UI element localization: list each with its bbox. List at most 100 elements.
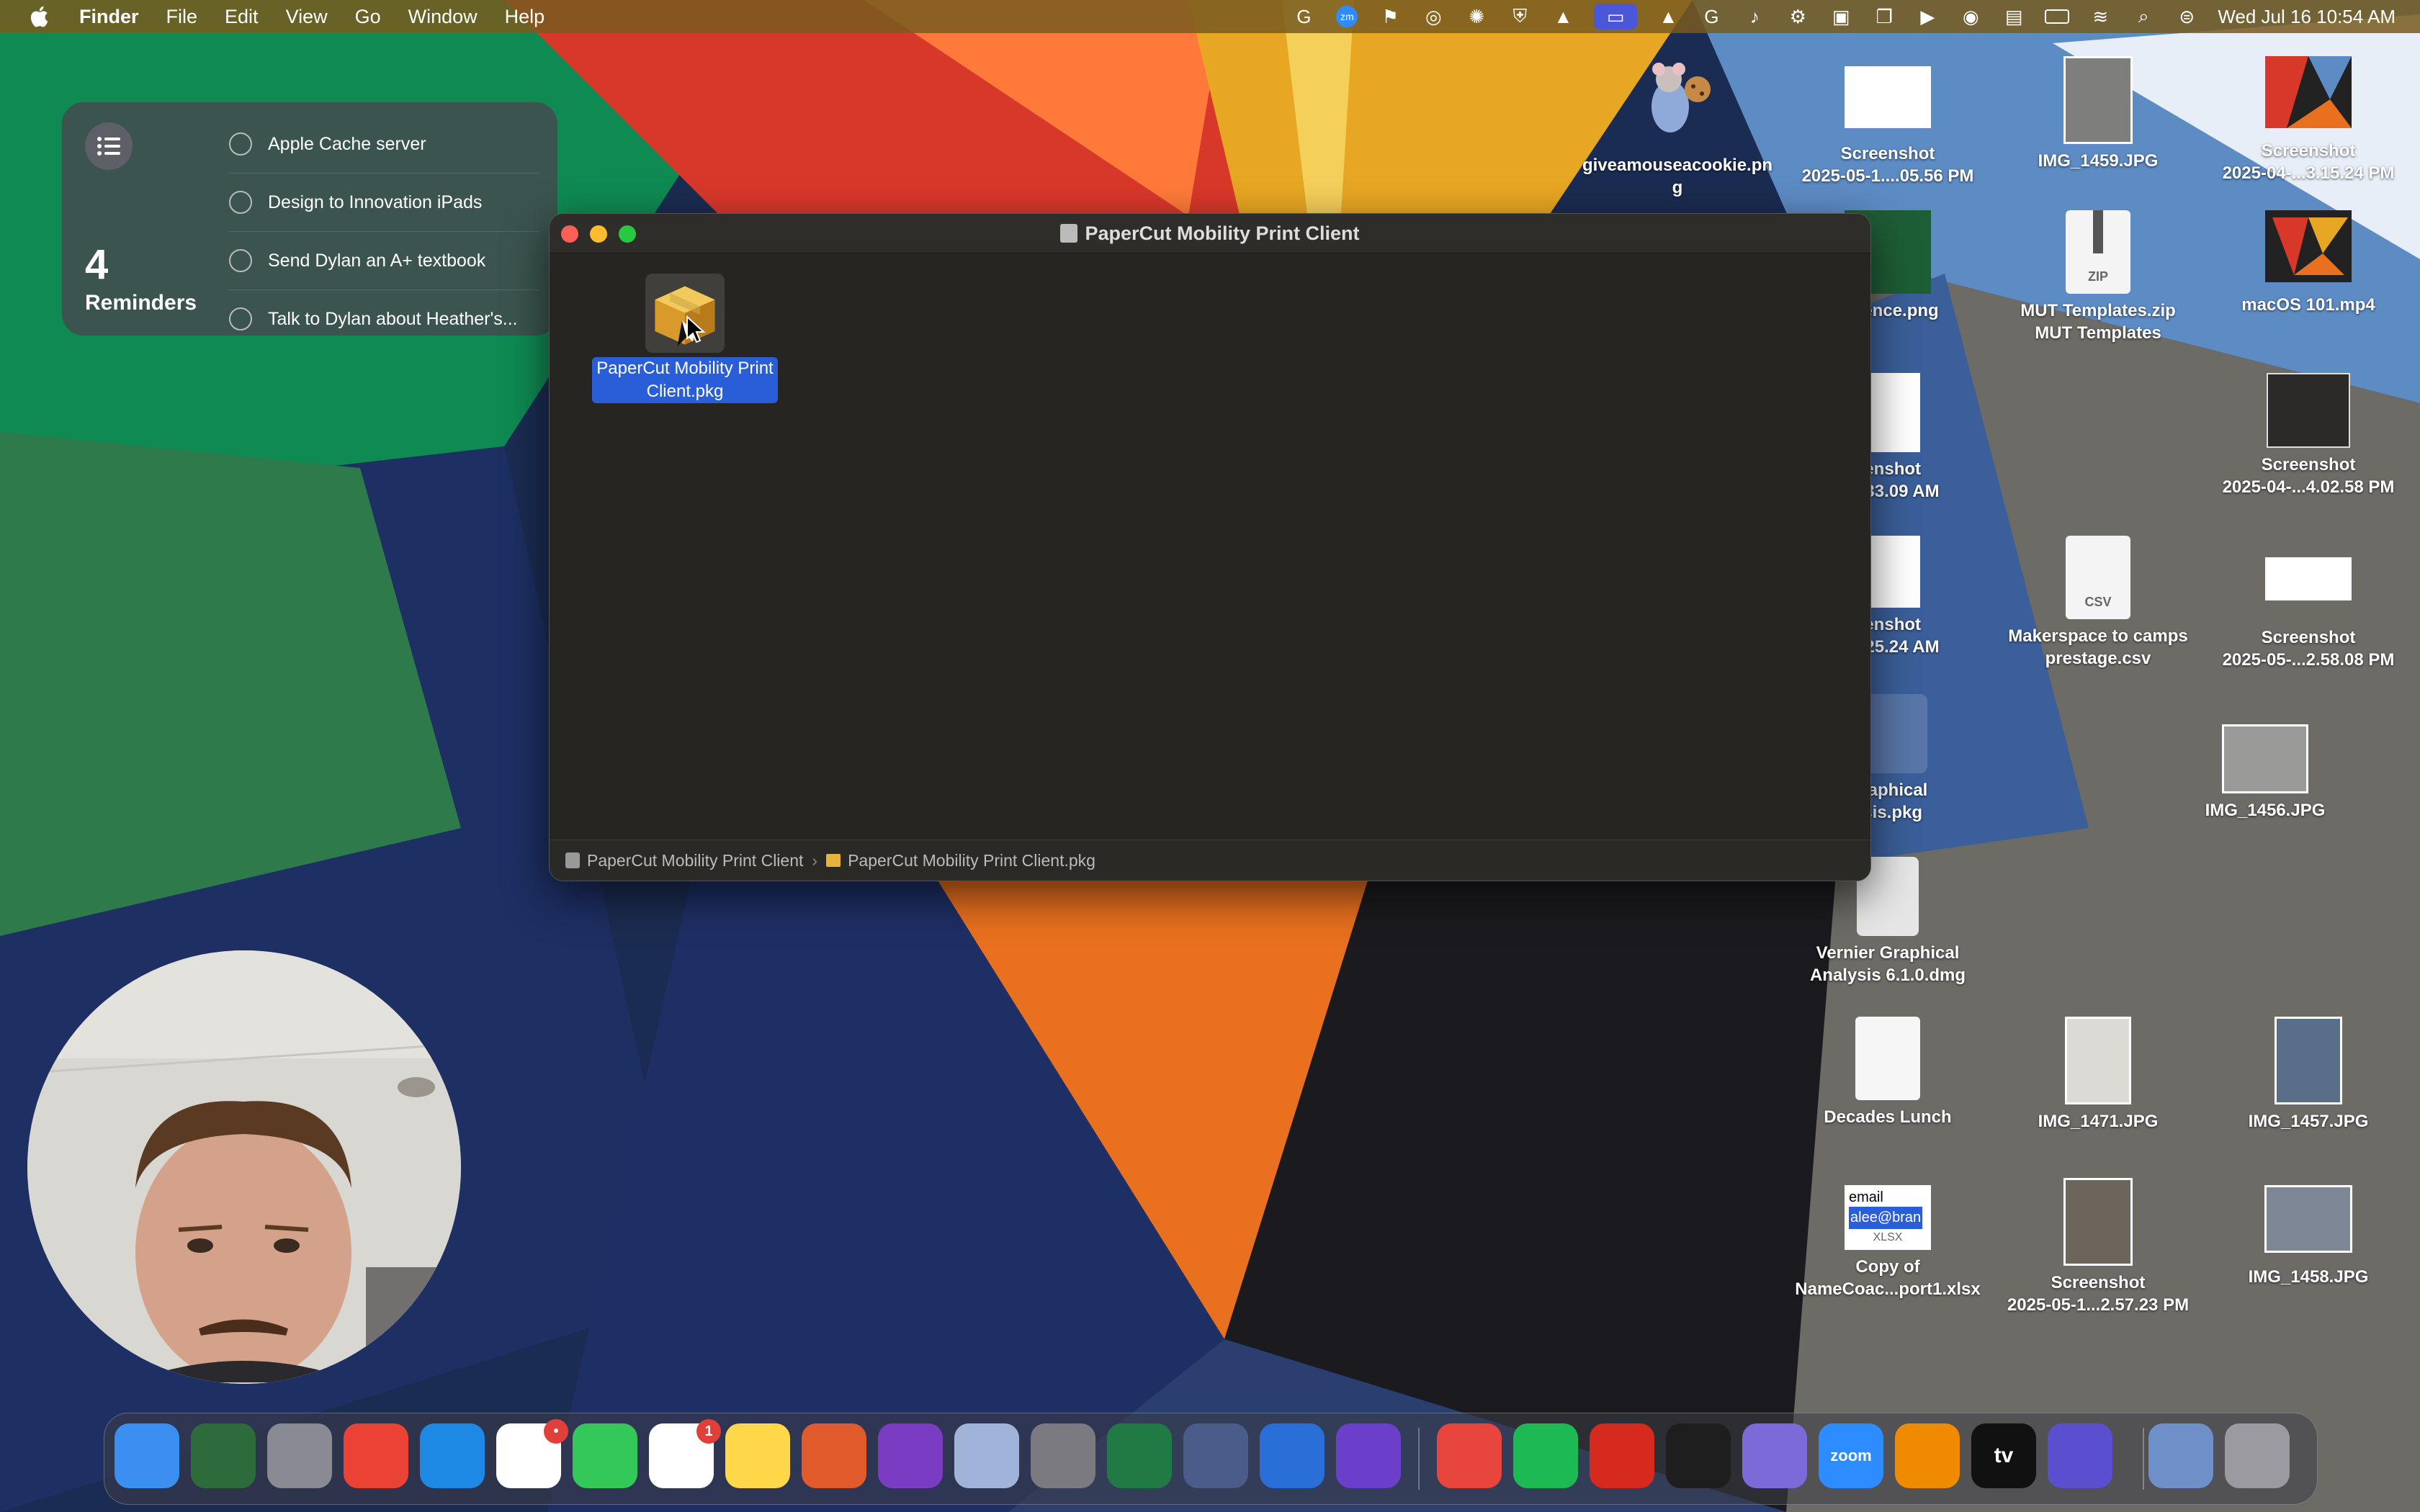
grammarly-status-icon[interactable]: G xyxy=(1291,6,1316,27)
reminders-icon[interactable]: 1 xyxy=(649,1419,721,1488)
battery-icon[interactable] xyxy=(2045,6,2070,27)
screen-mirroring-status-icon[interactable]: ▭ xyxy=(1594,4,1638,30)
shield-status-icon[interactable]: ⛨ xyxy=(1507,5,1532,27)
apple-menu-icon[interactable] xyxy=(27,4,53,30)
play-status-icon[interactable]: ▶ xyxy=(1915,6,1940,27)
downloads-folder-icon[interactable] xyxy=(2148,1423,2213,1488)
spotify-icon[interactable] xyxy=(1513,1423,1578,1488)
display-status-icon[interactable]: ▤ xyxy=(2002,6,2026,27)
onenote-icon[interactable] xyxy=(878,1423,943,1488)
desktop-icon-xlsx[interactable]: email alee@bran XLSX Copy of NameCoac...… xyxy=(1783,1185,1992,1300)
icon-label-line1: Decades Lunch xyxy=(1824,1107,1952,1127)
icon-label-line1: IMG_1459.JPG xyxy=(2038,151,2159,171)
disk-image-icon xyxy=(1060,224,1078,243)
finder-icon[interactable] xyxy=(115,1423,179,1488)
vlc-icon[interactable] xyxy=(1895,1423,1960,1488)
zoom-icon[interactable]: zoom xyxy=(1819,1423,1883,1488)
launchpad-icon[interactable] xyxy=(267,1423,332,1488)
zoom-status-icon[interactable]: zm xyxy=(1335,6,1359,27)
menu-go[interactable]: Go xyxy=(355,6,381,28)
desktop-icon-image[interactable]: giveamouseacookie.pn g xyxy=(1573,56,1782,199)
windows-status-icon[interactable]: ❐ xyxy=(1872,6,1896,27)
desktop-icon-photo[interactable]: IMG_1471.JPG xyxy=(1994,1017,2202,1133)
menu-clock[interactable]: Wed Jul 16 10:54 AM xyxy=(2218,6,2396,28)
remote-desktop-icon[interactable] xyxy=(802,1423,866,1488)
school-app-icon[interactable] xyxy=(191,1423,256,1488)
reminder-item[interactable]: Talk to Dylan about Heather's... xyxy=(229,290,539,348)
video-thumbnail xyxy=(2265,210,2352,282)
user-status-icon[interactable]: ◉ xyxy=(1958,6,1983,27)
drive-status-icon[interactable]: ▲ xyxy=(1551,6,1575,27)
menu-view[interactable]: View xyxy=(286,6,328,28)
vlc-status-icon[interactable]: ▲ xyxy=(1656,6,1680,27)
grammarly-icon[interactable] xyxy=(2048,1423,2112,1488)
cleaner-status-icon[interactable]: ✺ xyxy=(1464,6,1489,27)
desktop-icon-screenshot[interactable]: Screenshot 2025-05-1...2.57.23 PM xyxy=(1994,1178,2202,1316)
g-app-status-icon[interactable]: G xyxy=(1699,6,1724,27)
volume-status-icon[interactable]: ♪ xyxy=(1742,6,1767,27)
obsidian-icon[interactable] xyxy=(1336,1423,1401,1488)
control-center-icon[interactable]: ⊜ xyxy=(2174,6,2199,27)
sync-status-icon[interactable]: ◎ xyxy=(1421,6,1446,27)
acrobat-icon[interactable] xyxy=(1590,1423,1654,1488)
notes-icon[interactable] xyxy=(725,1423,790,1488)
chrome-icon[interactable] xyxy=(344,1423,408,1488)
anydesk-icon[interactable] xyxy=(1437,1423,1502,1488)
disk-utility-icon[interactable] xyxy=(1742,1423,1807,1488)
trash-icon[interactable] xyxy=(2225,1423,2290,1488)
menu-help[interactable]: Help xyxy=(505,6,545,28)
desktop-icon-screenshot[interactable]: Screenshot 2025-04-...4.02.58 PM xyxy=(2204,373,2413,498)
desktop-icon-csv[interactable]: CSV Makerspace to camps prestage.csv xyxy=(1994,536,2202,670)
icon-label-line1: IMG_1457.JPG xyxy=(2248,1112,2369,1131)
excel-icon[interactable] xyxy=(1107,1423,1172,1488)
system-settings-icon[interactable] xyxy=(1031,1423,1095,1488)
desktop-icon-screenshot[interactable]: Screenshot 2025-04-...3.15.24 PM xyxy=(2204,56,2413,184)
terminal-icon[interactable] xyxy=(1666,1423,1731,1488)
shortcut-status-icon[interactable]: ⚑ xyxy=(1378,6,1402,27)
path-segment[interactable]: PaperCut Mobility Print Client.pkg xyxy=(848,851,1095,870)
safari-icon[interactable] xyxy=(420,1423,485,1488)
desktop-icon-photo[interactable]: IMG_1457.JPG xyxy=(2204,1017,2413,1133)
menu-app-finder[interactable]: Finder xyxy=(79,6,139,28)
reminder-checkbox[interactable] xyxy=(229,249,252,272)
window-titlebar[interactable]: PaperCut Mobility Print Client xyxy=(550,214,1870,253)
window-content[interactable]: PaperCut Mobility Print Client.pkg xyxy=(550,253,1870,840)
reminder-item[interactable]: Send Dylan an A+ textbook xyxy=(229,232,539,290)
reminders-widget[interactable]: 4 Reminders Apple Cache server Design to… xyxy=(62,102,557,336)
reminder-checkbox[interactable] xyxy=(229,132,252,156)
robot-status-icon[interactable]: ⚙ xyxy=(1785,6,1810,27)
reminder-item[interactable]: Design to Innovation iPads xyxy=(229,174,539,232)
desktop-icon-video[interactable]: macOS 101.mp4 xyxy=(2204,210,2413,316)
path-segment[interactable]: PaperCut Mobility Print Client xyxy=(587,851,803,870)
desktop-icon-screenshot[interactable]: Screenshot 2025-05-...2.58.08 PM xyxy=(2204,536,2413,671)
desktop-icon-document[interactable]: Decades Lunch xyxy=(1783,1017,1992,1128)
image-status-icon[interactable]: ▣ xyxy=(1829,6,1853,27)
desktop-icon-photo[interactable]: IMG_1458.JPG xyxy=(2204,1185,2413,1288)
reminder-checkbox[interactable] xyxy=(229,307,252,330)
lock-app-icon[interactable] xyxy=(954,1423,1019,1488)
menu-window[interactable]: Window xyxy=(408,6,478,28)
camera-overlay[interactable] xyxy=(27,950,461,1384)
reminder-checkbox[interactable] xyxy=(229,191,252,214)
file-name-line2: Client.pkg xyxy=(646,382,724,401)
security-app-icon[interactable] xyxy=(1260,1423,1325,1488)
iphone-mirroring-icon[interactable] xyxy=(1183,1423,1248,1488)
slack-icon[interactable]: • xyxy=(496,1419,568,1488)
menu-edit[interactable]: Edit xyxy=(225,6,259,28)
menu-file[interactable]: File xyxy=(166,6,198,28)
messages-icon[interactable] xyxy=(573,1423,637,1488)
apple-tv-icon[interactable]: tv xyxy=(1971,1423,2036,1488)
spotlight-search-icon[interactable]: ⌕ xyxy=(2131,5,2156,27)
desktop-icon-photo[interactable]: IMG_1456.JPG xyxy=(2161,724,2370,822)
desktop-icon-screenshot[interactable]: Screenshot 2025-05-1....05.56 PM xyxy=(1783,56,1992,187)
reminder-item[interactable]: Apple Cache server xyxy=(229,115,539,174)
pkg-file-item[interactable]: PaperCut Mobility Print Client.pkg xyxy=(584,274,786,403)
pkg-file-name[interactable]: PaperCut Mobility Print Client.pkg xyxy=(592,357,778,403)
icon-label-line2: g xyxy=(1672,178,1683,197)
icon-label-line2: 2025-05-...2.58.08 PM xyxy=(2222,650,2395,670)
desktop-icon-zip-folder[interactable]: ZIP MUT Templates.zip MUT Templates xyxy=(1994,210,2202,344)
wifi-icon[interactable]: ≋ xyxy=(2088,6,2112,27)
xlsx-email-label: email xyxy=(1849,1189,1883,1205)
desktop-icon-photo[interactable]: IMG_1459.JPG xyxy=(1994,56,2202,172)
finder-window[interactable]: PaperCut Mobility Print Client PaperCut … xyxy=(549,213,1871,881)
